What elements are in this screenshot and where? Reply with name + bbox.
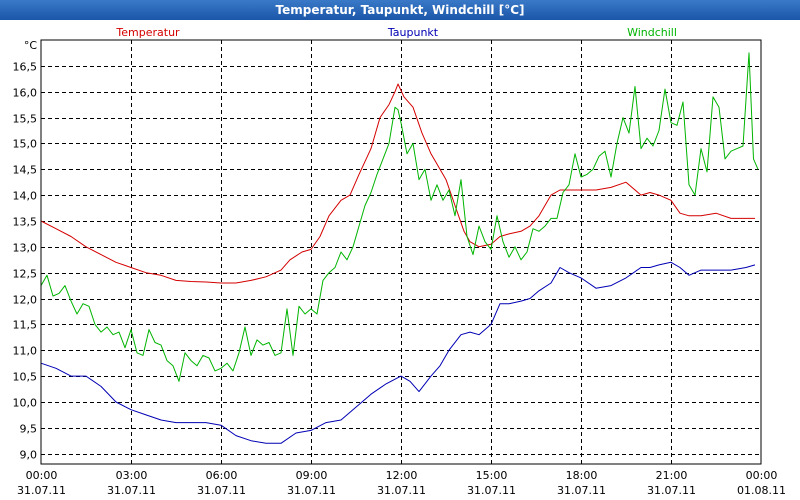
x-tick-date: 31.07.11 [107, 484, 156, 497]
legend-entry-taupunkt: Taupunkt [387, 26, 439, 39]
y-tick-label: 13,5 [13, 216, 38, 229]
y-tick-label: 11,5 [13, 319, 38, 332]
x-tick-date: 31.07.11 [197, 484, 246, 497]
y-tick-label: 13,0 [13, 242, 38, 255]
window-title: Temperatur, Taupunkt, Windchill [°C] [275, 3, 525, 17]
x-tick-date: 31.07.11 [467, 484, 516, 497]
legend-entry-windchill: Windchill [627, 26, 677, 39]
y-unit-label: °C [24, 39, 38, 52]
x-tick-date: 31.07.11 [647, 484, 696, 497]
chart-window: Temperatur, Taupunkt, Windchill [°C] 9,0… [0, 0, 800, 500]
x-tick-date: 31.07.11 [287, 484, 336, 497]
x-tick-date: 31.07.11 [17, 484, 66, 497]
y-tick-label: 14,5 [13, 164, 38, 177]
y-tick-label: 12,5 [13, 268, 38, 281]
x-tick-time: 18:00 [566, 469, 598, 482]
y-tick-label: 15,0 [13, 138, 38, 151]
x-tick-time: 06:00 [206, 469, 238, 482]
x-tick-date: 31.07.11 [557, 484, 606, 497]
y-tick-label: 10,5 [13, 371, 38, 384]
x-tick-date: 31.07.11 [377, 484, 426, 497]
y-tick-label: 10,0 [13, 397, 38, 410]
legend-entry-temperatur: Temperatur [115, 26, 180, 39]
x-tick-time: 21:00 [656, 469, 688, 482]
x-tick-time: 12:00 [386, 469, 418, 482]
y-tick-label: 16,5 [13, 61, 38, 74]
x-tick-time: 03:00 [116, 469, 148, 482]
y-tick-label: 12,0 [13, 294, 38, 307]
y-tick-label: 14,0 [13, 190, 38, 203]
y-tick-label: 9,5 [20, 423, 38, 436]
y-tick-label: 11,0 [13, 345, 38, 358]
x-tick-time: 09:00 [296, 469, 328, 482]
x-tick-time: 00:00 [746, 469, 778, 482]
x-tick-time: 15:00 [476, 469, 508, 482]
title-bar: Temperatur, Taupunkt, Windchill [°C] [0, 0, 800, 21]
x-tick-time: 00:00 [26, 469, 58, 482]
line-chart: 9,0 9,5 10,0 10,5 11,0 11,5 12,0 12,5 13,0 13,5 14… [0, 20, 800, 500]
x-tick-date: 01.08.11 [737, 484, 786, 497]
y-tick-label: 16,0 [13, 87, 38, 100]
y-tick-label: 15,5 [13, 113, 38, 126]
y-tick-label: 9,0 [20, 449, 38, 462]
